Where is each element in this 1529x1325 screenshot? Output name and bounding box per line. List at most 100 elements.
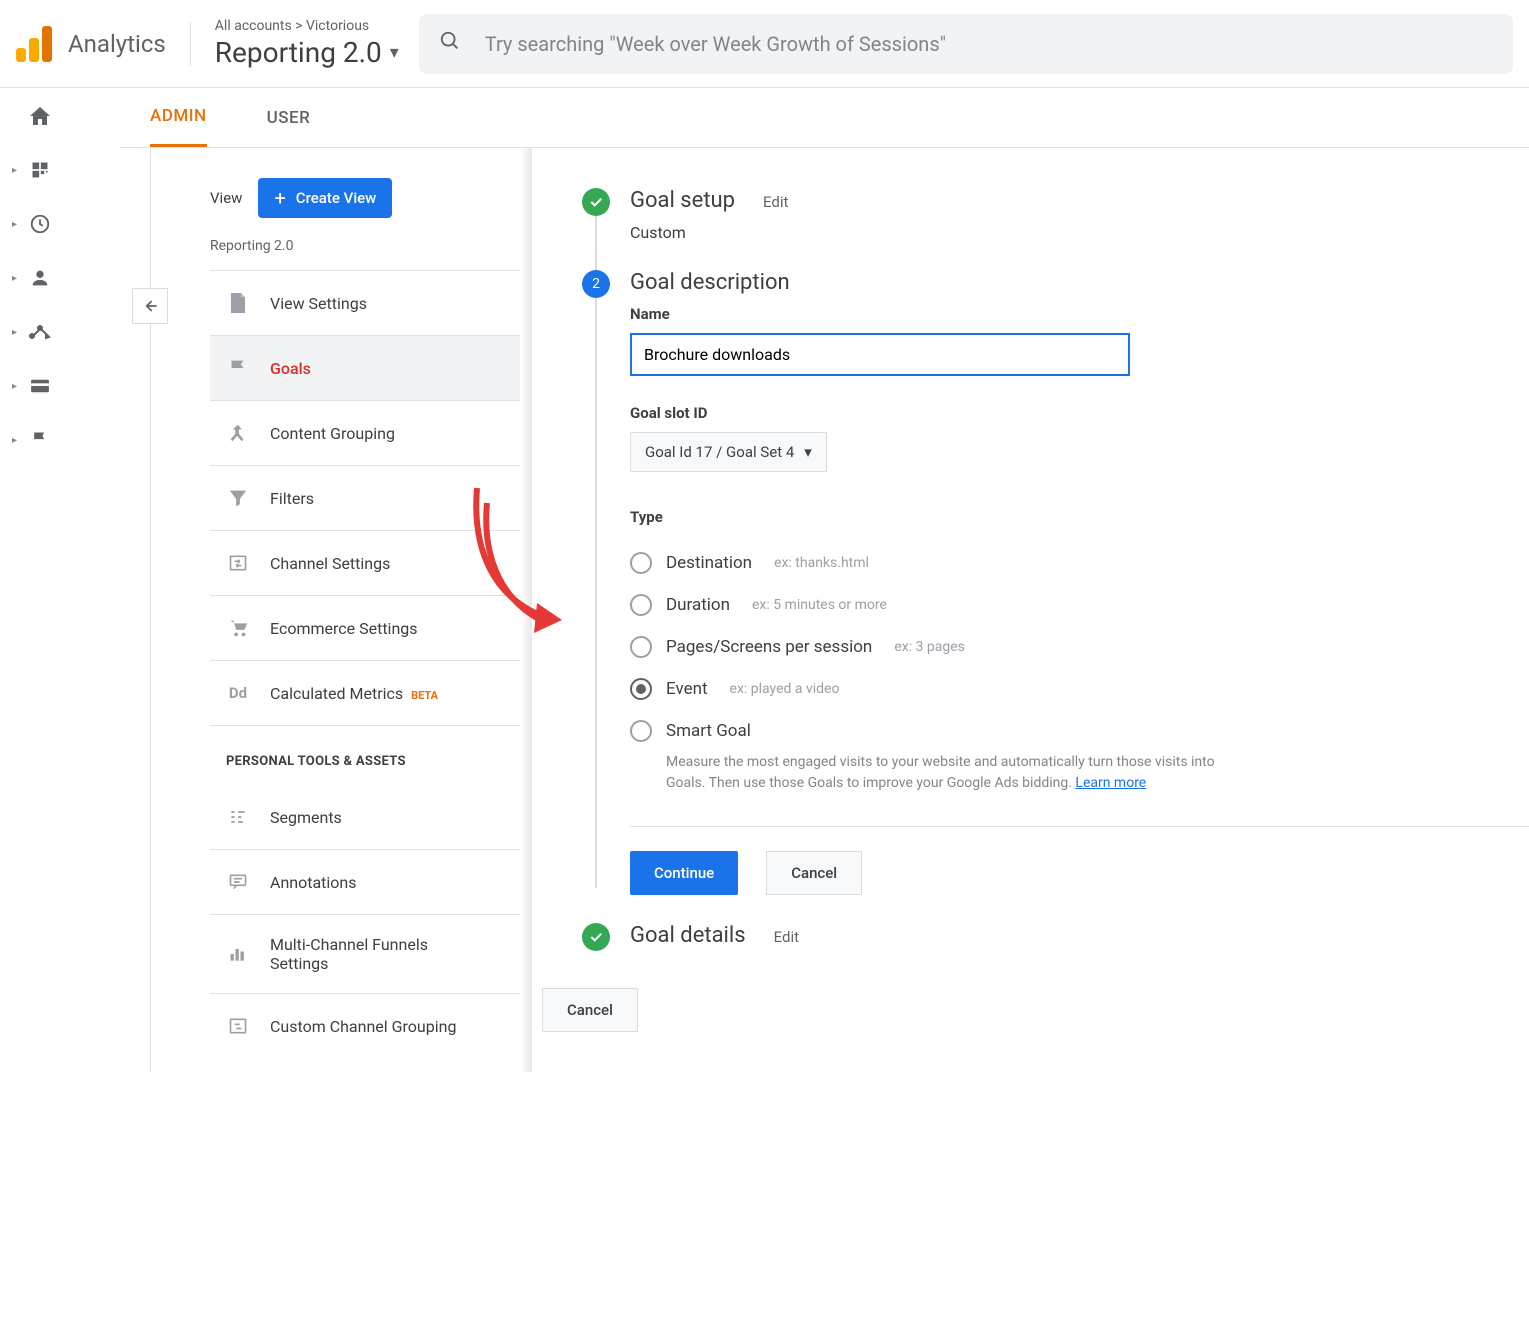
- user-icon[interactable]: ▸: [28, 266, 52, 290]
- tab-admin[interactable]: ADMIN: [150, 88, 207, 147]
- button-row: Continue Cancel: [630, 851, 1529, 895]
- view-header: View + Create View: [210, 178, 520, 218]
- step-title: Goal details: [630, 923, 746, 948]
- edit-link[interactable]: Edit: [774, 928, 799, 946]
- conversion-icon[interactable]: ▸: [28, 320, 52, 344]
- reporting-label: Reporting 2.0: [210, 230, 520, 271]
- account-switcher[interactable]: All accounts > Victorious Reporting 2.0 …: [215, 18, 399, 69]
- document-icon: [226, 291, 250, 315]
- chevron-down-icon: ▾: [804, 443, 812, 461]
- sidebar-item-channel-settings[interactable]: Channel Settings: [210, 531, 520, 596]
- smart-goal-description: Measure the most engaged visits to your …: [666, 752, 1226, 794]
- breadcrumb: All accounts > Victorious: [215, 18, 399, 34]
- tab-user[interactable]: USER: [267, 90, 311, 146]
- merge-icon: [226, 421, 250, 445]
- type-label: Type: [630, 508, 1529, 526]
- sidebar-item-label: Multi-Channel Funnels Settings: [270, 935, 470, 973]
- radio-pages[interactable]: Pages/Screens per session ex: 3 pages: [630, 626, 1529, 668]
- create-view-label: Create View: [296, 189, 377, 207]
- cancel-button[interactable]: Cancel: [766, 851, 862, 895]
- cancel-button[interactable]: Cancel: [542, 988, 638, 1032]
- radio-icon[interactable]: [630, 720, 652, 742]
- learn-more-link[interactable]: Learn more: [1075, 775, 1146, 791]
- side-list: View Settings Goals Content Grouping Fil…: [210, 271, 520, 726]
- sidebar-item-label: Channel Settings: [270, 554, 390, 573]
- sidebar-item-view-settings[interactable]: View Settings: [210, 271, 520, 336]
- radio-smart-goal[interactable]: Smart Goal: [630, 710, 1529, 752]
- sidebar-item-mcf-settings[interactable]: Multi-Channel Funnels Settings: [210, 915, 520, 994]
- radio-icon[interactable]: [630, 594, 652, 616]
- radio-destination[interactable]: Destination ex: thanks.html: [630, 542, 1529, 584]
- radio-icon[interactable]: [630, 552, 652, 574]
- check-icon: [582, 923, 610, 951]
- edit-link[interactable]: Edit: [763, 193, 788, 211]
- segments-icon: [226, 805, 250, 829]
- account-name-text: Reporting 2.0: [215, 36, 382, 69]
- sidebar-item-label: Ecommerce Settings: [270, 619, 418, 638]
- radio-event[interactable]: Event ex: played a video: [630, 668, 1529, 710]
- divider: [630, 826, 1529, 827]
- sidebar-item-goals[interactable]: Goals: [210, 336, 520, 401]
- bars-icon: [226, 942, 250, 966]
- collapse-col: [120, 148, 180, 1072]
- check-icon: [582, 188, 610, 216]
- sidebar-item-label: Custom Channel Grouping: [270, 1017, 456, 1036]
- continue-button[interactable]: Continue: [630, 851, 738, 895]
- search-input[interactable]: [485, 32, 1493, 56]
- radio-label: Destination: [666, 553, 752, 573]
- dd-icon: Dd: [226, 681, 250, 705]
- comment-icon: [226, 870, 250, 894]
- bottom-cancel-row: Cancel: [542, 988, 1529, 1032]
- sidebar-item-label: Segments: [270, 808, 342, 827]
- search-bar[interactable]: [419, 14, 1513, 74]
- step-title: Goal setup: [630, 188, 735, 213]
- logo-block: Analytics: [16, 26, 166, 62]
- scroll-divider[interactable]: [520, 148, 532, 1072]
- radio-icon[interactable]: [630, 678, 652, 700]
- sidebar-item-annotations[interactable]: Annotations: [210, 850, 520, 915]
- goal-slot-select[interactable]: Goal Id 17 / Goal Set 4 ▾: [630, 432, 827, 472]
- sidebar-item-segments[interactable]: Segments: [210, 785, 520, 850]
- step-setup-value: Custom: [630, 223, 1529, 242]
- swap-icon: [226, 551, 250, 575]
- sidebar-item-ecommerce-settings[interactable]: Ecommerce Settings: [210, 596, 520, 661]
- radio-label: Event: [666, 679, 708, 699]
- radio-hint: ex: thanks.html: [774, 555, 869, 571]
- header: Analytics All accounts > Victorious Repo…: [0, 0, 1529, 88]
- radio-duration[interactable]: Duration ex: 5 minutes or more: [630, 584, 1529, 626]
- step-number-badge: 2: [582, 270, 610, 298]
- sidebar-item-label: Annotations: [270, 873, 357, 892]
- goal-name-input[interactable]: [630, 333, 1130, 376]
- view-label: View: [210, 189, 242, 207]
- cart-icon: [226, 616, 250, 640]
- sidebar-item-label: View Settings: [270, 294, 367, 313]
- sidebar-item-custom-channel-grouping[interactable]: Custom Channel Grouping: [210, 994, 520, 1058]
- tools-list: Segments Annotations Multi-Channel Funne…: [210, 785, 520, 1058]
- slot-value: Goal Id 17 / Goal Set 4: [645, 443, 794, 461]
- collapse-button[interactable]: [132, 288, 168, 324]
- sidebar-item-content-grouping[interactable]: Content Grouping: [210, 401, 520, 466]
- account-name: Reporting 2.0 ▾: [215, 36, 399, 69]
- card-icon[interactable]: ▸: [28, 374, 52, 398]
- name-label: Name: [630, 305, 1529, 323]
- clock-icon[interactable]: ▸: [28, 212, 52, 236]
- radio-icon[interactable]: [630, 636, 652, 658]
- main-area: View + Create View Reporting 2.0 View Se…: [120, 148, 1529, 1072]
- sidebar-item-label: Calculated Metrics BETA: [270, 684, 438, 703]
- dashboard-icon[interactable]: ▸: [28, 158, 52, 182]
- radio-label: Smart Goal: [666, 721, 751, 741]
- step-goal-description: 2 Goal description Name Goal slot ID Goa…: [582, 270, 1529, 895]
- step-goal-details: Goal details Edit: [582, 923, 1529, 958]
- tab-row: ADMIN USER: [120, 88, 1529, 148]
- radio-label: Duration: [666, 595, 730, 615]
- plus-icon: +: [274, 186, 285, 210]
- sidebar-item-filters[interactable]: Filters: [210, 466, 520, 531]
- flag-icon: [226, 356, 250, 380]
- home-icon[interactable]: [28, 104, 52, 128]
- brand-name: Analytics: [68, 30, 166, 58]
- radio-hint: ex: played a video: [730, 681, 840, 697]
- radio-hint: ex: 3 pages: [894, 639, 965, 655]
- flag-icon[interactable]: ▸: [28, 428, 52, 452]
- sidebar-item-calculated-metrics[interactable]: Dd Calculated Metrics BETA: [210, 661, 520, 726]
- create-view-button[interactable]: + Create View: [258, 178, 392, 218]
